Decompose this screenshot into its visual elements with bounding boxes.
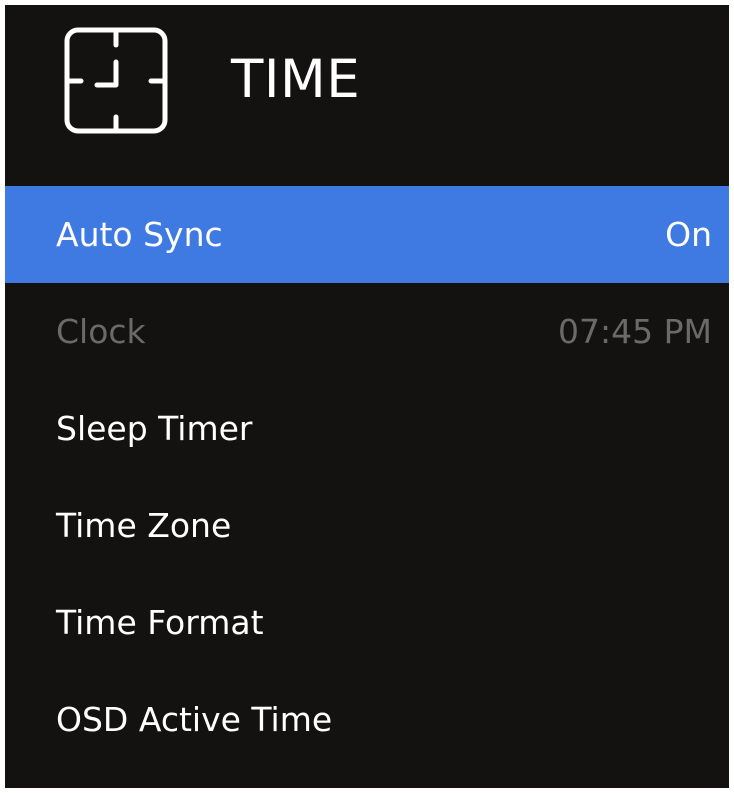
menu-item-auto-sync[interactable]: Auto Sync On bbox=[5, 186, 729, 283]
menu-item-time-zone[interactable]: Time Zone bbox=[5, 477, 729, 574]
menu-item-label: Clock bbox=[56, 312, 146, 351]
menu-item-osd-active-time[interactable]: OSD Active Time bbox=[5, 671, 729, 768]
menu-item-time-format[interactable]: Time Format bbox=[5, 574, 729, 671]
menu-item-clock: Clock 07:45 PM bbox=[5, 283, 729, 380]
menu-header: TIME bbox=[5, 5, 729, 186]
menu-title: TIME bbox=[231, 49, 361, 110]
menu-item-sleep-timer[interactable]: Sleep Timer bbox=[5, 380, 729, 477]
menu-item-label: Time Zone bbox=[56, 506, 232, 545]
menu-item-label: Time Format bbox=[56, 603, 264, 642]
osd-menu-panel: TIME Auto Sync On Clock 07:45 PM Sleep T… bbox=[5, 5, 729, 788]
menu-item-value: 07:45 PM bbox=[558, 312, 712, 351]
menu-item-label: Sleep Timer bbox=[56, 409, 253, 448]
menu-item-label: Auto Sync bbox=[56, 215, 223, 254]
menu-item-value: On bbox=[665, 215, 712, 254]
clock-icon bbox=[63, 26, 171, 138]
menu-list: Auto Sync On Clock 07:45 PM Sleep Timer … bbox=[5, 186, 729, 768]
menu-item-label: OSD Active Time bbox=[56, 700, 333, 739]
